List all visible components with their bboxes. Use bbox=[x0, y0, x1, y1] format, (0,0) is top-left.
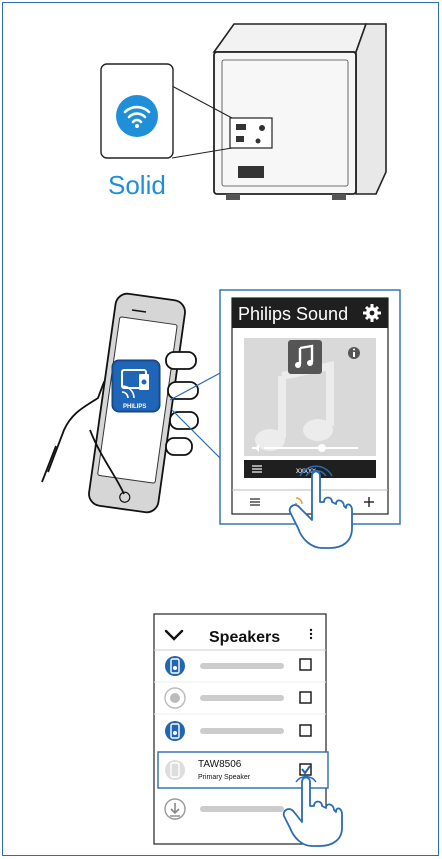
step1-panel: Solid bbox=[0, 0, 442, 240]
philips-app-icon: PHILIPS bbox=[111, 359, 161, 413]
checkbox-icon bbox=[299, 724, 312, 737]
mode-label: Solid bbox=[108, 170, 166, 200]
wifi-icon bbox=[116, 95, 158, 137]
step2-panel: PHILIPS Philips Sound xxxxx bbox=[0, 280, 442, 560]
speaker-model: TAW8506 bbox=[198, 759, 242, 770]
checkbox-icon bbox=[299, 658, 312, 671]
info-icon[interactable] bbox=[348, 347, 360, 359]
more-vertical-icon[interactable] bbox=[309, 628, 313, 640]
checkbox-icon bbox=[299, 691, 312, 704]
step3-panel: Speakers TAW8506 Primary Speaker bbox=[0, 610, 442, 850]
speaker-role: Primary Speaker bbox=[198, 774, 251, 781]
checkbox-icon[interactable] bbox=[299, 763, 312, 776]
subwoofer-illustration bbox=[212, 23, 387, 200]
app-title: Philips Sound bbox=[238, 304, 348, 324]
music-note-icon bbox=[288, 340, 322, 374]
speakers-title: Speakers bbox=[209, 629, 280, 646]
philips-logo-text: PHILIPS bbox=[123, 404, 146, 410]
